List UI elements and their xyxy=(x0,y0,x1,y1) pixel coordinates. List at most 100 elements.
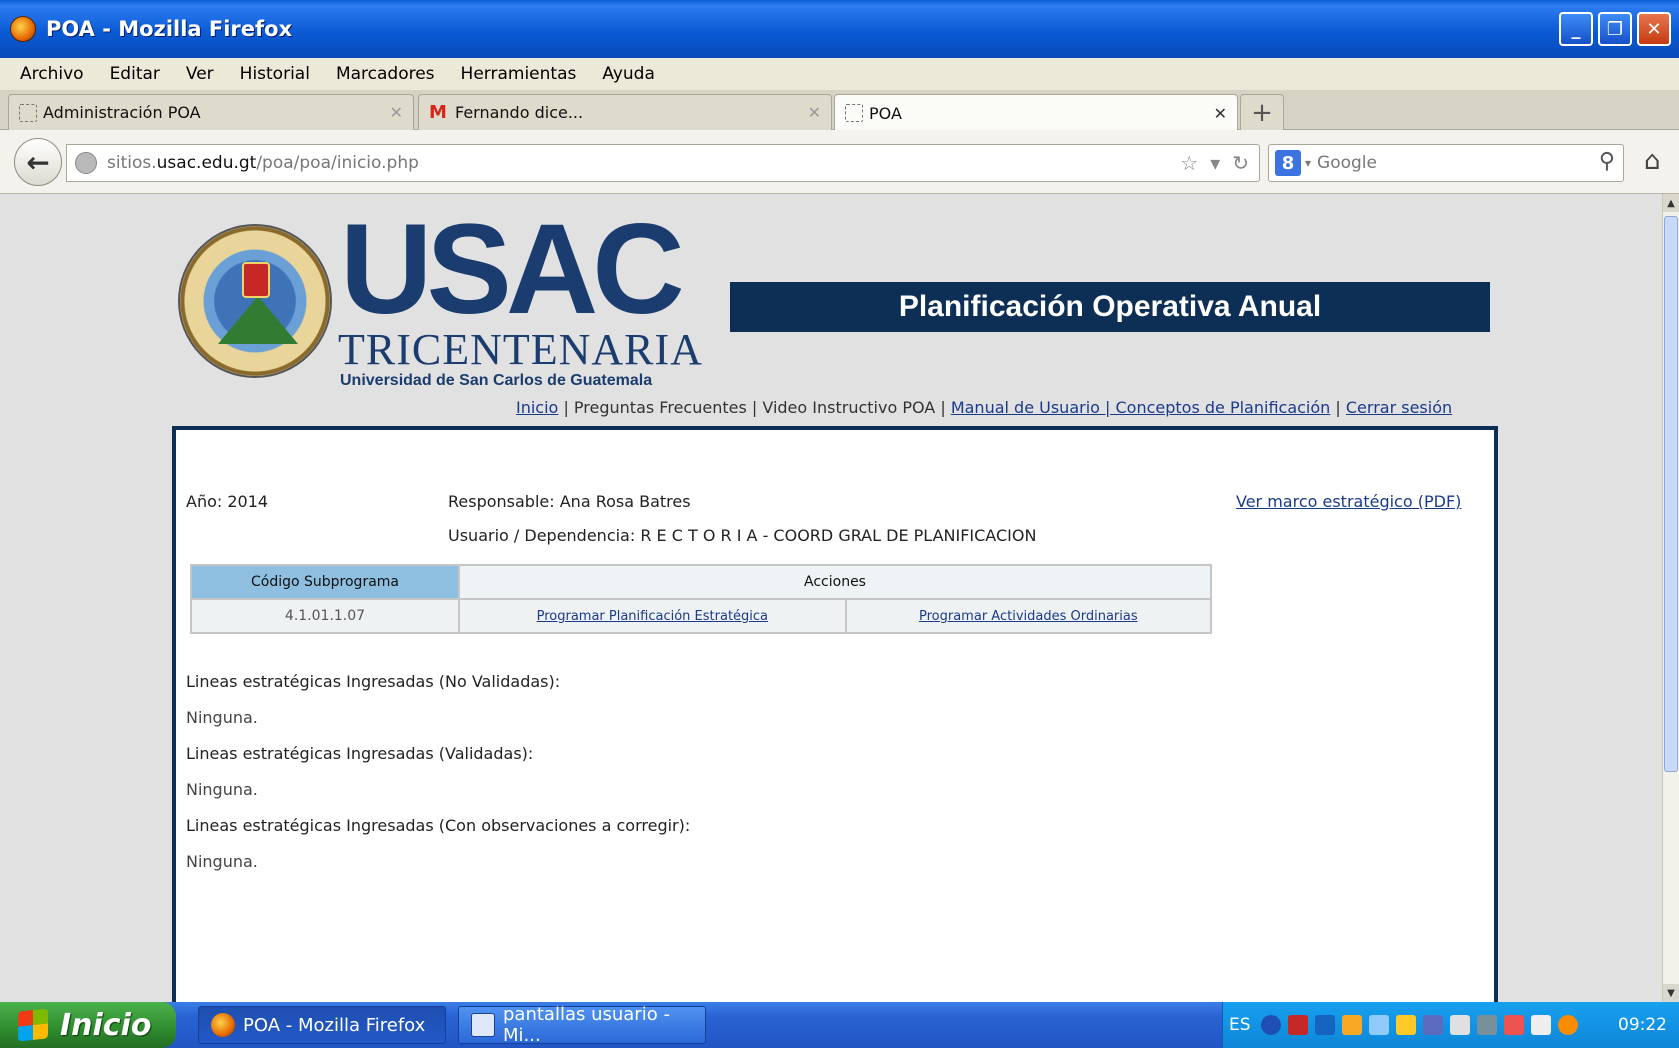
subprogram-table: Código Subprograma Acciones 4.1.01.1.07 … xyxy=(190,564,1213,634)
task-label: pantallas usuario - Mi... xyxy=(503,1004,670,1046)
url-actions: ☆ ▾ ↻ xyxy=(1180,151,1249,175)
monitor-icon[interactable] xyxy=(1422,1015,1443,1035)
document-icon xyxy=(471,1013,495,1037)
tab-gmail[interactable]: M Fernando dice... ✕ xyxy=(418,94,832,130)
wireless-icon[interactable] xyxy=(1530,1015,1551,1035)
tab-poa[interactable]: POA ✕ xyxy=(834,94,1238,131)
dropdown-arrow-icon[interactable]: ▾ xyxy=(1210,151,1220,175)
tab-close-icon[interactable]: ✕ xyxy=(390,103,403,122)
search-box[interactable]: 8 ▾ Google ⚲ xyxy=(1268,144,1624,182)
nav-inicio[interactable]: Inicio xyxy=(516,398,558,417)
minimize-button[interactable]: _ xyxy=(1559,12,1593,46)
usuario-dependencia-label: Usuario / Dependencia: R E C T O R I A -… xyxy=(448,526,1037,545)
navigation-bar: ← sitios. usac.edu.gt/poa/poa/inicio.php … xyxy=(0,130,1679,194)
clock: 09:22 xyxy=(1618,1015,1667,1035)
security-icon[interactable] xyxy=(1341,1015,1362,1035)
header-codigo: Código Subprograma xyxy=(190,564,460,600)
maximize-button[interactable]: ❐ xyxy=(1598,12,1632,46)
content-panel: Año: 2014 Responsable: Ana Rosa Batres U… xyxy=(172,426,1498,1002)
nav-separator: | xyxy=(751,398,758,417)
hand-icon[interactable] xyxy=(1395,1015,1416,1035)
tray-icons xyxy=(1260,1015,1578,1035)
programar-planificacion-link[interactable]: Programar Planificación Estratégica xyxy=(537,609,768,624)
menu-editar[interactable]: Editar xyxy=(110,64,160,84)
cell-action1: Programar Planificación Estratégica xyxy=(458,598,847,634)
logo-tricentenaria: TRICENTENARIA xyxy=(338,325,703,374)
vertical-scrollbar[interactable]: ▲ ▼ xyxy=(1662,194,1679,1002)
seal-mountain xyxy=(218,296,298,344)
start-label: Inicio xyxy=(60,1007,152,1043)
menu-bar: Archivo Editar Ver Historial Marcadores … xyxy=(0,58,1679,90)
network-icon[interactable] xyxy=(1368,1015,1389,1035)
menu-herramientas[interactable]: Herramientas xyxy=(461,64,577,84)
responsable-label: Responsable: Ana Rosa Batres xyxy=(448,492,691,511)
google-icon[interactable]: 8 xyxy=(1275,150,1301,176)
menu-ver[interactable]: Ver xyxy=(186,64,214,84)
scroll-down-icon[interactable]: ▼ xyxy=(1663,984,1679,1002)
display-icon[interactable] xyxy=(1476,1015,1497,1035)
blank-page-icon xyxy=(845,104,863,122)
address-bar[interactable]: sitios. usac.edu.gt/poa/poa/inicio.php ☆ … xyxy=(66,144,1260,182)
tray-expand-icon[interactable] xyxy=(1260,1015,1281,1035)
blank-page-icon xyxy=(19,103,37,122)
section-observaciones-title: Lineas estratégicas Ingresadas (Con obse… xyxy=(186,816,691,835)
adobe-icon[interactable] xyxy=(1287,1015,1308,1035)
scroll-up-icon[interactable]: ▲ xyxy=(1663,194,1679,212)
menu-ayuda[interactable]: Ayuda xyxy=(602,64,655,84)
alert-icon[interactable] xyxy=(1503,1015,1524,1035)
tab-close-icon[interactable]: ✕ xyxy=(808,103,821,122)
home-icon[interactable]: ⌂ xyxy=(1644,146,1661,176)
reload-icon[interactable]: ↻ xyxy=(1232,151,1249,175)
window-controls: _ ❐ ✕ xyxy=(1559,12,1671,46)
year-label: Año: 2014 xyxy=(186,492,269,511)
firefox-icon xyxy=(211,1013,235,1037)
header-acciones: Acciones xyxy=(458,564,1212,600)
menu-archivo[interactable]: Archivo xyxy=(20,64,84,84)
task-word[interactable]: pantallas usuario - Mi... xyxy=(458,1004,706,1046)
language-indicator[interactable]: ES xyxy=(1229,1015,1251,1035)
close-button[interactable]: ✕ xyxy=(1637,12,1671,46)
page-viewport: USAC TRICENTENARIA Universidad de San Ca… xyxy=(0,194,1662,1002)
menu-historial[interactable]: Historial xyxy=(240,64,310,84)
volume-icon[interactable] xyxy=(1449,1015,1470,1035)
back-button[interactable]: ← xyxy=(14,138,62,186)
new-tab-button[interactable]: + xyxy=(1240,94,1284,130)
nav-manual[interactable]: Manual de Usuario | Conceptos de Planifi… xyxy=(951,398,1330,417)
start-button[interactable]: Inicio xyxy=(0,1002,176,1048)
task-firefox[interactable]: POA - Mozilla Firefox xyxy=(198,1006,446,1044)
tab-administracion[interactable]: Administración POA ✕ xyxy=(8,94,414,130)
university-seal-logo xyxy=(178,224,332,378)
nav-separator: | xyxy=(940,398,946,417)
section-observaciones-value: Ninguna. xyxy=(186,852,258,871)
section-validadas-value: Ninguna. xyxy=(186,780,258,799)
task-label: POA - Mozilla Firefox xyxy=(243,1014,426,1036)
update-icon[interactable] xyxy=(1557,1015,1578,1035)
gmail-icon: M xyxy=(429,101,447,123)
menu-marcadores[interactable]: Marcadores xyxy=(336,64,435,84)
ver-marco-link[interactable]: Ver marco estratégico (PDF) xyxy=(1236,492,1461,511)
nav-separator: | xyxy=(563,398,569,417)
url-domain: usac.edu.gt xyxy=(156,153,257,173)
tab-close-icon[interactable]: ✕ xyxy=(1214,104,1227,123)
nav-video[interactable]: Video Instructivo POA xyxy=(762,398,935,417)
search-placeholder: Google xyxy=(1317,153,1377,173)
globe-icon xyxy=(75,152,97,174)
windows-flag-icon xyxy=(18,1008,48,1042)
programar-actividades-link[interactable]: Programar Actividades Ordinarias xyxy=(919,609,1138,624)
nav-cerrar-sesion[interactable]: Cerrar sesión xyxy=(1346,398,1452,417)
table-row: 4.1.01.1.07 Programar Planificación Estr… xyxy=(190,598,1213,634)
nav-preguntas[interactable]: Preguntas Frecuentes xyxy=(574,398,747,417)
bluetooth-icon[interactable] xyxy=(1314,1015,1335,1035)
bookmark-star-icon[interactable]: ☆ xyxy=(1180,151,1198,175)
tab-strip: Administración POA ✕ M Fernando dice... … xyxy=(0,90,1679,131)
nav-separator: | xyxy=(1335,398,1341,417)
page-title-banner: Planificación Operativa Anual xyxy=(730,282,1490,332)
scroll-thumb[interactable] xyxy=(1664,216,1678,772)
cell-code: 4.1.01.1.07 xyxy=(190,598,460,634)
magnifier-icon[interactable]: ⚲ xyxy=(1599,149,1615,174)
logo-usac: USAC xyxy=(340,198,685,341)
seal-figure xyxy=(242,262,270,298)
tab-label: POA xyxy=(869,103,902,123)
search-engine-dropdown-icon[interactable]: ▾ xyxy=(1305,156,1311,170)
cell-action2: Programar Actividades Ordinarias xyxy=(844,598,1213,634)
